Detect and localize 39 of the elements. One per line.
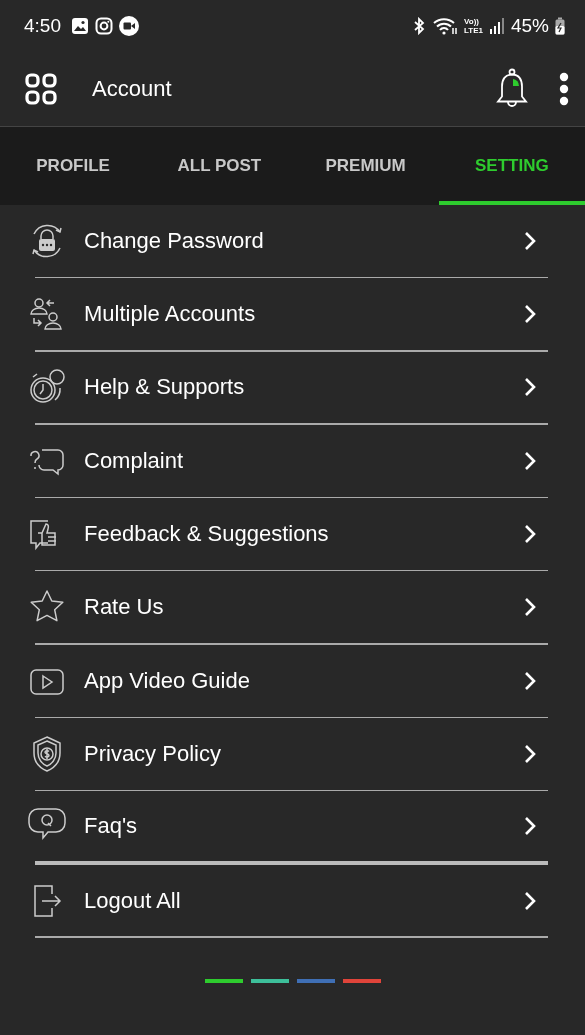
chevron-right-icon: [524, 816, 536, 837]
tab[interactable]: SETTING: [438, 127, 585, 205]
menu-grid-icon[interactable]: [25, 73, 57, 105]
page-title: Account: [92, 76, 172, 102]
chevron-right-icon: [524, 230, 536, 251]
chevron-right-icon: [524, 377, 536, 398]
lte-label: LTE1: [464, 26, 483, 35]
signal-icon: [488, 17, 505, 35]
tab[interactable]: ALL POST: [146, 127, 293, 205]
bluetooth-icon: [412, 17, 426, 35]
chevron-right-icon: [524, 450, 536, 471]
video-icon: [119, 16, 139, 36]
bell-icon[interactable]: [495, 68, 529, 110]
menu-item[interactable]: App Video Guide: [28, 644, 548, 717]
camera-icon: [95, 17, 113, 35]
wifi-icon: [432, 16, 458, 36]
chevron-right-icon: [524, 524, 536, 545]
chevron-right-icon: [524, 743, 536, 764]
clock-time: 4:50: [24, 15, 61, 37]
gallery-icon: [71, 17, 89, 35]
menu-item[interactable]: Logout All: [28, 864, 548, 937]
chevron-right-icon: [524, 670, 536, 691]
chevron-right-icon: [524, 890, 536, 911]
battery-percent: 45%: [510, 15, 549, 37]
menu-item[interactable]: Feedback & Suggestions: [28, 498, 548, 570]
chevron-right-icon: [524, 304, 536, 325]
menu-item[interactable]: Privacy Policy: [28, 718, 548, 790]
menu-item[interactable]: Complaint: [28, 424, 548, 497]
menu-item[interactable]: Faq's: [28, 791, 548, 862]
more-options-icon[interactable]: [559, 72, 569, 106]
tab[interactable]: PREMIUM: [292, 127, 439, 205]
menu-item[interactable]: Change Password: [28, 205, 548, 277]
menu-item[interactable]: Rate Us: [28, 571, 548, 644]
menu-item[interactable]: Multiple Accounts: [28, 278, 548, 351]
menu-item[interactable]: Help & Supports: [28, 351, 548, 424]
volte-label: Vo)): [464, 17, 480, 26]
chevron-right-icon: [524, 597, 536, 618]
battery-icon: [555, 17, 565, 35]
tab[interactable]: PROFILE: [0, 127, 147, 205]
